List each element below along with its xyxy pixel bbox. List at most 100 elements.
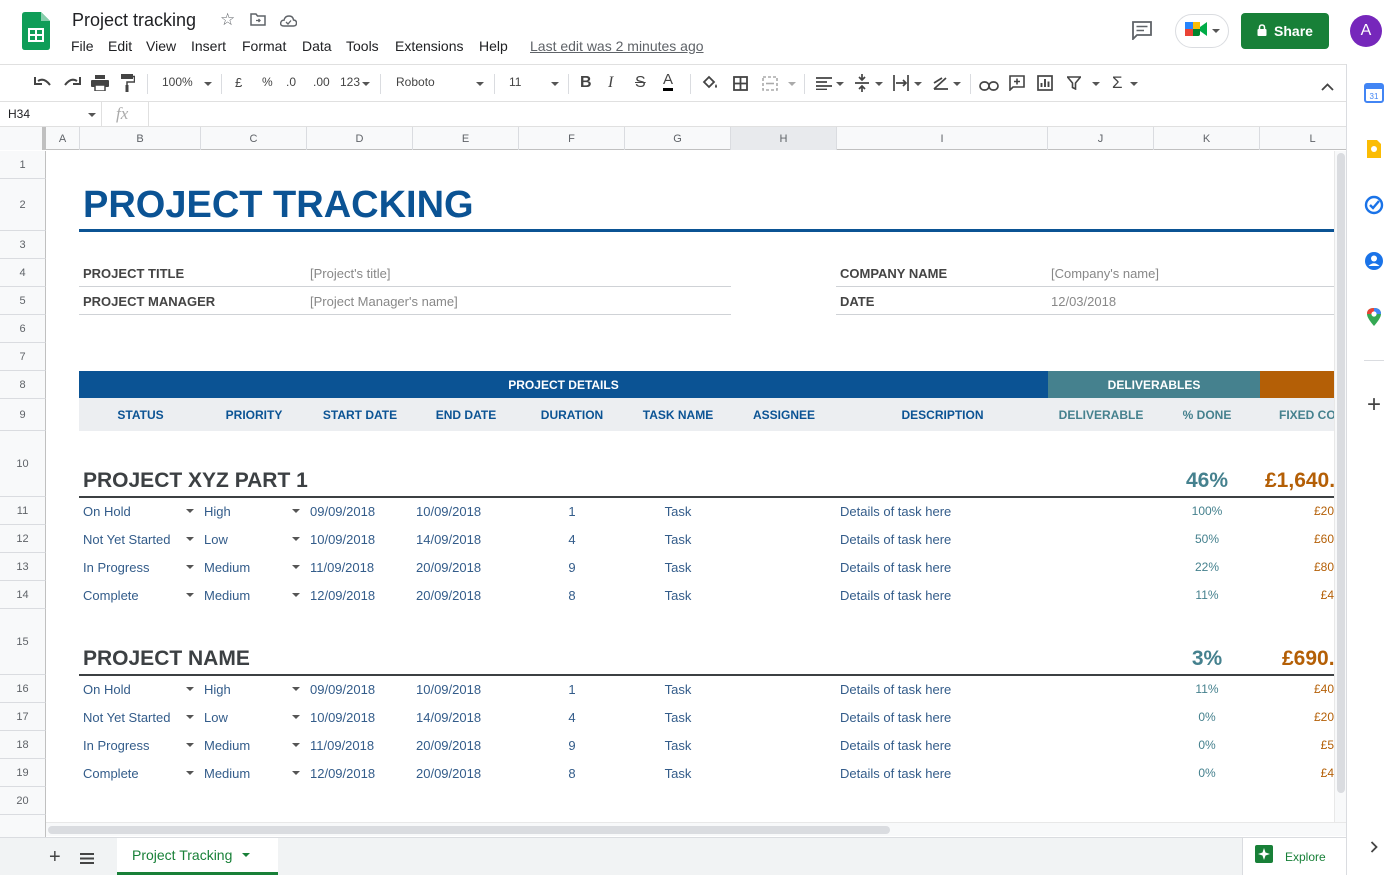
last-edit-link[interactable]: Last edit was 2 minutes ago: [530, 38, 704, 54]
priority-cell[interactable]: Medium: [204, 759, 250, 787]
priority-dropdown-icon[interactable]: [292, 743, 300, 747]
duration-cell[interactable]: 1: [519, 675, 625, 703]
end-date-cell[interactable]: 20/09/2018: [416, 581, 481, 609]
increase-decimal-button[interactable]: .00: [313, 75, 330, 89]
merge-dropdown-icon[interactable]: [788, 82, 796, 86]
rotation-dropdown-icon[interactable]: [953, 82, 961, 86]
priority-cell[interactable]: Medium: [204, 581, 250, 609]
functions-dropdown-icon[interactable]: [1130, 82, 1138, 86]
description-cell[interactable]: Details of task here: [840, 759, 951, 787]
row-header[interactable]: 19: [0, 759, 46, 787]
column-header-c[interactable]: C: [201, 127, 307, 150]
formula-input[interactable]: [148, 102, 1344, 126]
halign-dropdown-icon[interactable]: [836, 82, 844, 86]
row-header[interactable]: 17: [0, 703, 46, 731]
collapse-toolbar-icon[interactable]: [1321, 78, 1334, 96]
status-cell[interactable]: On Hold: [83, 675, 131, 703]
row-header[interactable]: 16: [0, 675, 46, 703]
fixed-cost-cell[interactable]: £60: [1260, 525, 1334, 553]
start-date-cell[interactable]: 09/09/2018: [310, 675, 375, 703]
more-formats-button[interactable]: 123: [340, 75, 360, 89]
column-header-e[interactable]: E: [413, 127, 519, 150]
comments-icon[interactable]: [1131, 20, 1153, 45]
percent-done-cell[interactable]: 11%: [1154, 675, 1260, 703]
vertical-scroll-thumb[interactable]: [1337, 153, 1345, 793]
decrease-decimal-button[interactable]: .0: [286, 75, 296, 89]
currency-format-button[interactable]: £: [235, 75, 242, 90]
percent-done-cell[interactable]: 22%: [1154, 553, 1260, 581]
print-icon[interactable]: [91, 75, 109, 96]
task-name-cell[interactable]: Task: [625, 581, 731, 609]
sheets-logo-icon[interactable]: [22, 12, 50, 50]
expand-panel-icon[interactable]: [1363, 836, 1385, 858]
priority-dropdown-icon[interactable]: [292, 537, 300, 541]
star-icon[interactable]: ☆: [220, 10, 235, 30]
percent-format-button[interactable]: %: [262, 75, 273, 89]
row-header[interactable]: 3: [0, 231, 46, 259]
percent-done-cell[interactable]: 0%: [1154, 703, 1260, 731]
duration-cell[interactable]: 4: [519, 525, 625, 553]
select-all-corner[interactable]: [0, 127, 46, 150]
description-cell[interactable]: Details of task here: [840, 497, 951, 525]
column-header-f[interactable]: F: [519, 127, 625, 150]
fixed-cost-cell[interactable]: £80: [1260, 553, 1334, 581]
italic-icon[interactable]: I: [608, 74, 613, 92]
menu-file[interactable]: File: [71, 38, 94, 54]
task-name-cell[interactable]: Task: [625, 731, 731, 759]
vertical-align-icon[interactable]: [855, 74, 869, 97]
borders-icon[interactable]: [733, 76, 748, 96]
status-dropdown-icon[interactable]: [186, 743, 194, 747]
status-cell[interactable]: Not Yet Started: [83, 703, 170, 731]
task-name-cell[interactable]: Task: [625, 525, 731, 553]
description-cell[interactable]: Details of task here: [840, 731, 951, 759]
start-date-cell[interactable]: 10/09/2018: [310, 525, 375, 553]
font-select[interactable]: Roboto: [396, 75, 435, 89]
status-cell[interactable]: Complete: [83, 759, 139, 787]
filter-icon[interactable]: [1065, 76, 1083, 95]
column-header-h[interactable]: H: [731, 127, 837, 150]
column-header-g[interactable]: G: [625, 127, 731, 150]
duration-cell[interactable]: 9: [519, 731, 625, 759]
percent-done-cell[interactable]: 50%: [1154, 525, 1260, 553]
percent-done-cell[interactable]: 0%: [1154, 731, 1260, 759]
percent-done-cell[interactable]: 11%: [1154, 581, 1260, 609]
task-name-cell[interactable]: Task: [625, 553, 731, 581]
row-header[interactable]: 18: [0, 731, 46, 759]
redo-icon[interactable]: [63, 76, 81, 95]
status-dropdown-icon[interactable]: [186, 565, 194, 569]
menu-edit[interactable]: Edit: [108, 38, 132, 54]
task-name-cell[interactable]: Task: [625, 497, 731, 525]
document-title[interactable]: Project tracking: [72, 10, 196, 31]
priority-cell[interactable]: Low: [204, 525, 228, 553]
font-size-select[interactable]: 11: [509, 75, 521, 89]
calendar-icon[interactable]: 31: [1363, 82, 1385, 104]
row-header[interactable]: 12: [0, 525, 46, 553]
cloud-status-icon[interactable]: [279, 14, 298, 32]
column-header-d[interactable]: D: [307, 127, 413, 150]
undo-icon[interactable]: [34, 76, 52, 95]
duration-cell[interactable]: 4: [519, 703, 625, 731]
share-button[interactable]: Share: [1241, 13, 1329, 49]
end-date-cell[interactable]: 10/09/2018: [416, 497, 481, 525]
add-addon-icon[interactable]: +: [1363, 391, 1385, 418]
priority-cell[interactable]: High: [204, 497, 231, 525]
duration-cell[interactable]: 9: [519, 553, 625, 581]
column-header-a[interactable]: A: [46, 127, 80, 150]
sheet-grid[interactable]: PROJECT TRACKING PROJECT TITLE [Project'…: [46, 151, 1334, 837]
status-cell[interactable]: In Progress: [83, 731, 149, 759]
start-date-cell[interactable]: 12/09/2018: [310, 759, 375, 787]
row-header[interactable]: 20: [0, 787, 46, 815]
status-cell[interactable]: In Progress: [83, 553, 149, 581]
tab-project-tracking[interactable]: Project Tracking: [117, 838, 278, 875]
duration-cell[interactable]: 1: [519, 497, 625, 525]
priority-cell[interactable]: Low: [204, 703, 228, 731]
percent-done-cell[interactable]: 0%: [1154, 759, 1260, 787]
task-name-cell[interactable]: Task: [625, 759, 731, 787]
more-formats-dropdown-icon[interactable]: [362, 82, 370, 86]
priority-cell[interactable]: High: [204, 675, 231, 703]
strikethrough-icon[interactable]: S: [635, 74, 646, 92]
functions-icon[interactable]: Σ: [1112, 73, 1123, 93]
row-header[interactable]: 15: [0, 609, 46, 675]
status-dropdown-icon[interactable]: [186, 593, 194, 597]
project-title-value[interactable]: [Project's title]: [310, 259, 391, 287]
